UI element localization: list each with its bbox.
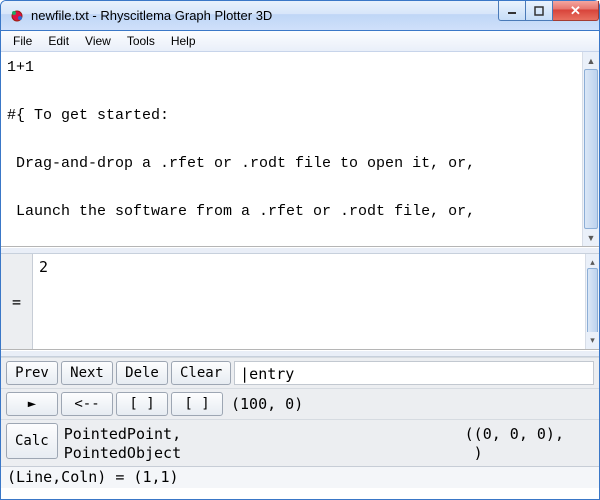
entry-field[interactable]: |entry <box>234 361 594 385</box>
back-button[interactable]: <-- <box>61 392 113 416</box>
prev-button[interactable]: Prev <box>6 361 58 385</box>
scroll-thumb[interactable] <box>587 268 598 335</box>
next-button[interactable]: Next <box>61 361 113 385</box>
result-output[interactable]: 2 <box>33 254 585 349</box>
pointed-label: PointedPoint, PointedObject <box>64 423 181 463</box>
bracket2-button[interactable]: [ ] <box>171 392 223 416</box>
editor-area: 1+1 #{ To get started: Drag-and-drop a .… <box>1 52 599 247</box>
app-icon <box>9 8 25 24</box>
bracket1-button[interactable]: [ ] <box>116 392 168 416</box>
splitter-2[interactable] <box>1 350 599 357</box>
maximize-button[interactable] <box>526 1 553 21</box>
evaluate-button[interactable]: = <box>1 254 33 349</box>
pointed-row: Calc PointedPoint, PointedObject ((0, 0,… <box>1 419 599 466</box>
pointed-value: ((0, 0, 0), ) <box>465 423 594 463</box>
editor-scrollbar[interactable]: ▲ ▼ <box>582 52 599 246</box>
delete-button[interactable]: Dele <box>116 361 168 385</box>
scroll-down-icon[interactable]: ▾ <box>586 332 599 349</box>
scroll-down-icon[interactable]: ▼ <box>583 229 599 246</box>
nav-row: Prev Next Dele Clear |entry <box>1 357 599 388</box>
play-button[interactable]: ► <box>6 392 58 416</box>
play-row: ► <-- [ ] [ ] (100, 0) <box>1 388 599 419</box>
coords-field[interactable]: (100, 0) <box>226 392 594 416</box>
scroll-thumb[interactable] <box>584 69 598 229</box>
statusbar: (Line,Coln) = (1,1) <box>1 466 599 488</box>
calc-button[interactable]: Calc <box>6 423 58 459</box>
controls-area: Prev Next Dele Clear |entry ► <-- [ ] [ … <box>1 357 599 466</box>
result-row: = 2 ▴ ▾ <box>1 254 599 350</box>
close-button[interactable]: ✕ <box>553 1 599 21</box>
result-scrollbar[interactable]: ▴ ▾ <box>585 254 599 349</box>
menubar: File Edit View Tools Help <box>1 31 599 52</box>
clear-button[interactable]: Clear <box>171 361 231 385</box>
titlebar[interactable]: newfile.txt - Rhyscitlema Graph Plotter … <box>1 1 599 31</box>
scroll-up-icon[interactable]: ▲ <box>583 52 599 69</box>
minimize-button[interactable] <box>498 1 526 21</box>
menu-tools[interactable]: Tools <box>119 32 163 50</box>
window-controls: ✕ <box>498 1 599 30</box>
window-title: newfile.txt - Rhyscitlema Graph Plotter … <box>31 8 498 23</box>
menu-help[interactable]: Help <box>163 32 204 50</box>
app-window: newfile.txt - Rhyscitlema Graph Plotter … <box>0 0 600 500</box>
menu-edit[interactable]: Edit <box>40 32 77 50</box>
menu-file[interactable]: File <box>5 32 40 50</box>
cursor-position: (Line,Coln) = (1,1) <box>7 468 179 486</box>
menu-view[interactable]: View <box>77 32 119 50</box>
splitter[interactable] <box>1 247 599 254</box>
code-editor[interactable]: 1+1 #{ To get started: Drag-and-drop a .… <box>1 52 582 246</box>
